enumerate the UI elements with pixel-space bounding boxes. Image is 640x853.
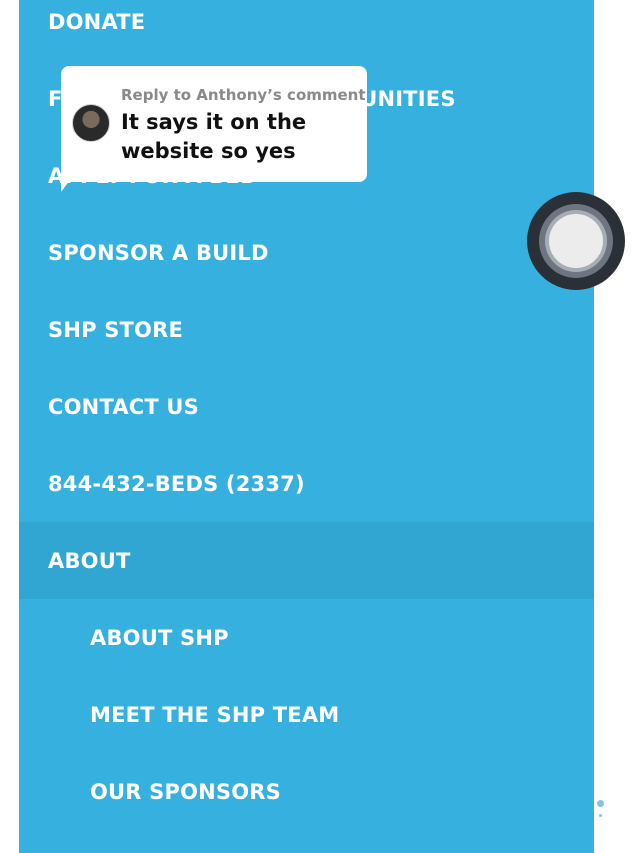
assistive-touch-icon[interactable] — [527, 192, 625, 290]
menu-item-donate[interactable]: DONATE — [19, 0, 594, 60]
assistive-touch-core — [549, 214, 603, 268]
submenu-item-meet-team[interactable]: MEET THE SHP TEAM — [19, 676, 594, 753]
submenu-item-sponsors[interactable]: OUR SPONSORS — [19, 753, 594, 830]
scroll-indicator-dot — [597, 800, 604, 807]
menu-item-store[interactable]: SHP STORE — [19, 291, 594, 368]
reply-comment-bubble[interactable]: Reply to Anthony’s comment It says it on… — [61, 66, 367, 182]
menu-item-phone[interactable]: 844-432-BEDS (2337) — [19, 445, 594, 522]
screen: DONATE FIND VOLUNTEER OPPORTUNITIES APPL… — [0, 0, 640, 853]
submenu-item-about-shp[interactable]: ABOUT SHP — [19, 599, 594, 676]
reply-to-label: Reply to Anthony’s comment — [121, 86, 366, 104]
scroll-indicator-dot-small — [599, 814, 602, 817]
menu-item-contact[interactable]: CONTACT US — [19, 368, 594, 445]
reply-comment-text: It says it on the website so yes — [121, 110, 307, 163]
commenter-avatar — [72, 104, 110, 142]
menu-item-about[interactable]: ABOUT — [19, 522, 594, 599]
menu-item-sponsor-build[interactable]: SPONSOR A BUILD — [19, 214, 594, 291]
